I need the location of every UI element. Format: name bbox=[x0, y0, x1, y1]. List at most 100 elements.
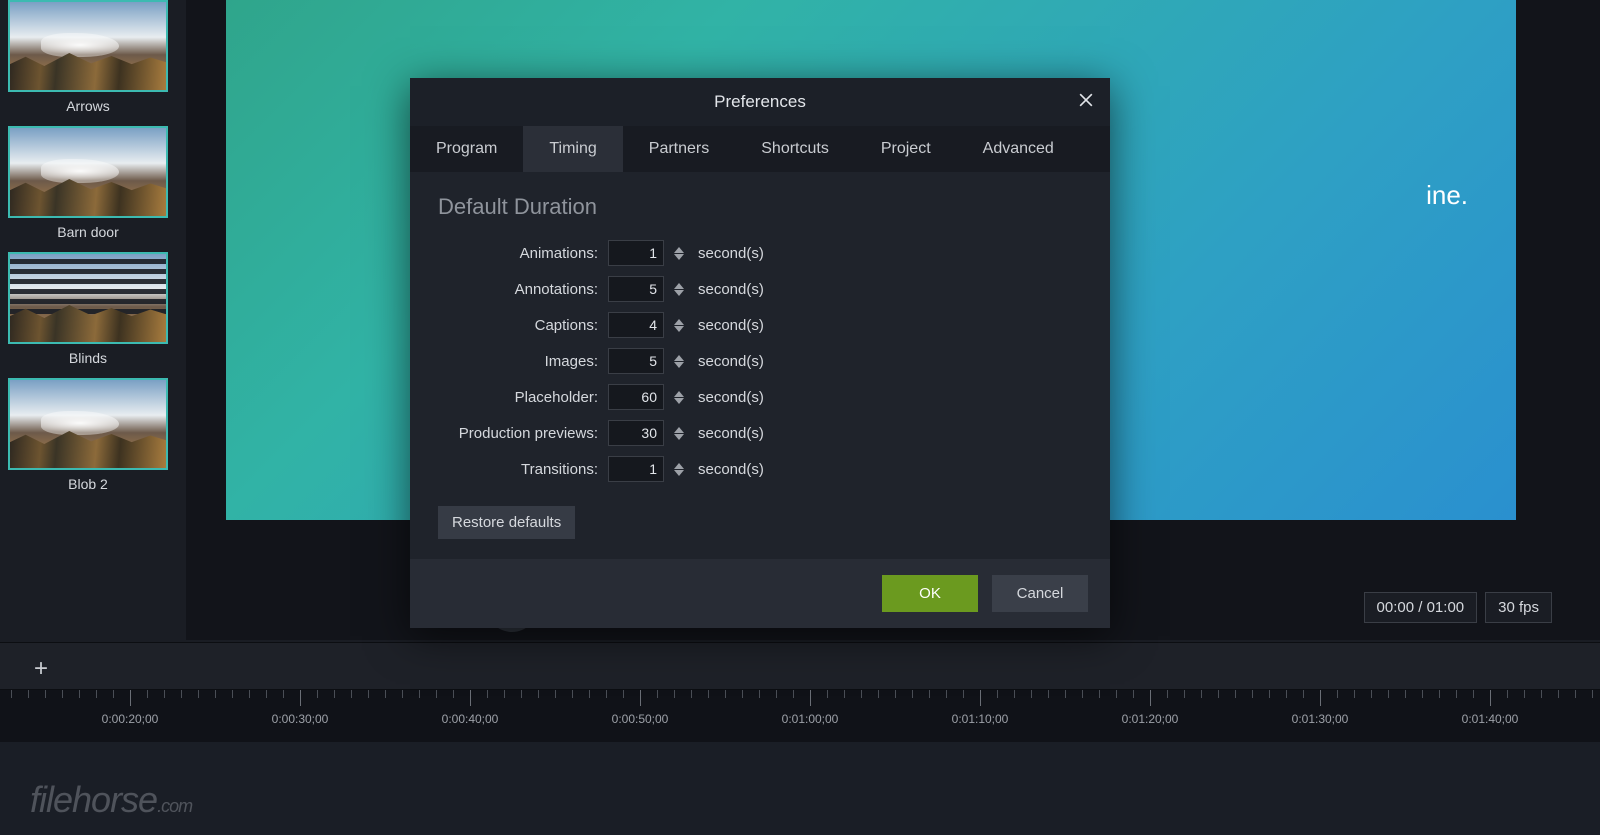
ruler-tick-minor bbox=[1133, 690, 1134, 698]
ruler-label: 0:01:40;00 bbox=[1462, 712, 1519, 726]
ruler-tick-minor bbox=[708, 690, 709, 698]
dialog-tabs: ProgramTimingPartnersShortcutsProjectAdv… bbox=[410, 126, 1110, 172]
ruler-tick-minor bbox=[351, 690, 352, 698]
ruler-tick-minor bbox=[419, 690, 420, 698]
time-position[interactable]: 00:00 / 01:00 bbox=[1364, 592, 1478, 623]
ruler-tick-major bbox=[300, 690, 301, 706]
spinner-up-icon[interactable] bbox=[674, 319, 684, 325]
ruler-tick-minor bbox=[1269, 690, 1270, 698]
ruler-tick-minor bbox=[878, 690, 879, 698]
spinner-down-icon[interactable] bbox=[674, 290, 684, 296]
transition-thumb[interactable]: Arrows bbox=[8, 0, 168, 118]
tab-program[interactable]: Program bbox=[410, 126, 523, 172]
duration-input[interactable] bbox=[608, 276, 664, 302]
ruler-tick-minor bbox=[1303, 690, 1304, 698]
add-track-button[interactable]: + bbox=[34, 655, 48, 683]
duration-input[interactable] bbox=[608, 456, 664, 482]
timeline-ruler[interactable]: 0:00:20;000:00:30;000:00:40;000:00:50;00… bbox=[0, 690, 1600, 742]
ruler-tick-minor bbox=[759, 690, 760, 698]
ruler-tick-minor bbox=[113, 690, 114, 698]
duration-field: Transitions:second(s) bbox=[438, 454, 1082, 484]
ruler-tick-minor bbox=[1371, 690, 1372, 698]
ruler-tick-minor bbox=[1405, 690, 1406, 698]
ruler-tick-minor bbox=[11, 690, 12, 698]
tab-shortcuts[interactable]: Shortcuts bbox=[735, 126, 855, 172]
ruler-tick-minor bbox=[249, 690, 250, 698]
duration-field: Annotations:second(s) bbox=[438, 274, 1082, 304]
ruler-label: 0:00:40;00 bbox=[442, 712, 499, 726]
spinner[interactable] bbox=[674, 319, 688, 332]
spinner-up-icon[interactable] bbox=[674, 355, 684, 361]
ruler-tick-minor bbox=[62, 690, 63, 698]
spinner-down-icon[interactable] bbox=[674, 434, 684, 440]
ruler-tick-minor bbox=[776, 690, 777, 698]
ruler-tick-minor bbox=[28, 690, 29, 698]
spinner-down-icon[interactable] bbox=[674, 326, 684, 332]
ruler-tick-minor bbox=[861, 690, 862, 698]
spinner[interactable] bbox=[674, 391, 688, 404]
ok-button[interactable]: OK bbox=[882, 575, 978, 612]
cancel-button[interactable]: Cancel bbox=[992, 575, 1088, 612]
duration-field: Animations:second(s) bbox=[438, 238, 1082, 268]
ruler-tick-minor bbox=[997, 690, 998, 698]
ruler-tick-minor bbox=[657, 690, 658, 698]
spinner-down-icon[interactable] bbox=[674, 398, 684, 404]
ruler-tick-minor bbox=[1014, 690, 1015, 698]
tab-advanced[interactable]: Advanced bbox=[957, 126, 1080, 172]
ruler-tick-minor bbox=[1201, 690, 1202, 698]
duration-input[interactable] bbox=[608, 240, 664, 266]
ruler-tick-minor bbox=[96, 690, 97, 698]
spinner-down-icon[interactable] bbox=[674, 362, 684, 368]
ruler-tick-minor bbox=[827, 690, 828, 698]
ruler-tick-minor bbox=[1524, 690, 1525, 698]
transition-thumb[interactable]: Blinds bbox=[8, 252, 168, 370]
spinner[interactable] bbox=[674, 427, 688, 440]
spinner[interactable] bbox=[674, 355, 688, 368]
field-suffix: second(s) bbox=[698, 389, 764, 406]
ruler-tick-major bbox=[470, 690, 471, 706]
ruler-tick-minor bbox=[317, 690, 318, 698]
ruler-label: 0:01:20;00 bbox=[1122, 712, 1179, 726]
spinner-up-icon[interactable] bbox=[674, 391, 684, 397]
spinner[interactable] bbox=[674, 283, 688, 296]
ruler-tick-minor bbox=[1048, 690, 1049, 698]
tab-partners[interactable]: Partners bbox=[623, 126, 735, 172]
close-button[interactable] bbox=[1076, 90, 1096, 115]
ruler-tick-minor bbox=[1235, 690, 1236, 698]
thumb-image bbox=[8, 378, 168, 470]
ruler-tick-minor bbox=[215, 690, 216, 698]
ruler-tick-minor bbox=[1592, 690, 1593, 698]
ruler-tick-major bbox=[980, 690, 981, 706]
spinner-up-icon[interactable] bbox=[674, 463, 684, 469]
transition-thumb[interactable]: Barn door bbox=[8, 126, 168, 244]
duration-input[interactable] bbox=[608, 420, 664, 446]
timeline-tracks[interactable] bbox=[0, 742, 1600, 835]
tab-timing[interactable]: Timing bbox=[523, 126, 622, 172]
canvas-text-fragment: ine. bbox=[1426, 180, 1468, 211]
field-label: Images: bbox=[438, 353, 598, 370]
duration-input[interactable] bbox=[608, 348, 664, 374]
ruler-tick-minor bbox=[1541, 690, 1542, 698]
duration-input[interactable] bbox=[608, 384, 664, 410]
duration-input[interactable] bbox=[608, 312, 664, 338]
spinner[interactable] bbox=[674, 463, 688, 476]
ruler-tick-minor bbox=[402, 690, 403, 698]
fps-display[interactable]: 30 fps bbox=[1485, 592, 1552, 623]
restore-defaults-button[interactable]: Restore defaults bbox=[438, 506, 575, 539]
tab-project[interactable]: Project bbox=[855, 126, 957, 172]
track-header: + bbox=[0, 642, 1600, 690]
spinner-up-icon[interactable] bbox=[674, 427, 684, 433]
spinner[interactable] bbox=[674, 247, 688, 260]
field-suffix: second(s) bbox=[698, 353, 764, 370]
thumb-image bbox=[8, 0, 168, 92]
transition-thumb[interactable]: Blob 2 bbox=[8, 378, 168, 496]
spinner-down-icon[interactable] bbox=[674, 254, 684, 260]
dialog-footer: OK Cancel bbox=[410, 559, 1110, 628]
spinner-up-icon[interactable] bbox=[674, 283, 684, 289]
ruler-tick-minor bbox=[572, 690, 573, 698]
ruler-tick-minor bbox=[283, 690, 284, 698]
spinner-down-icon[interactable] bbox=[674, 470, 684, 476]
spinner-up-icon[interactable] bbox=[674, 247, 684, 253]
duration-field: Captions:second(s) bbox=[438, 310, 1082, 340]
thumb-image bbox=[8, 252, 168, 344]
